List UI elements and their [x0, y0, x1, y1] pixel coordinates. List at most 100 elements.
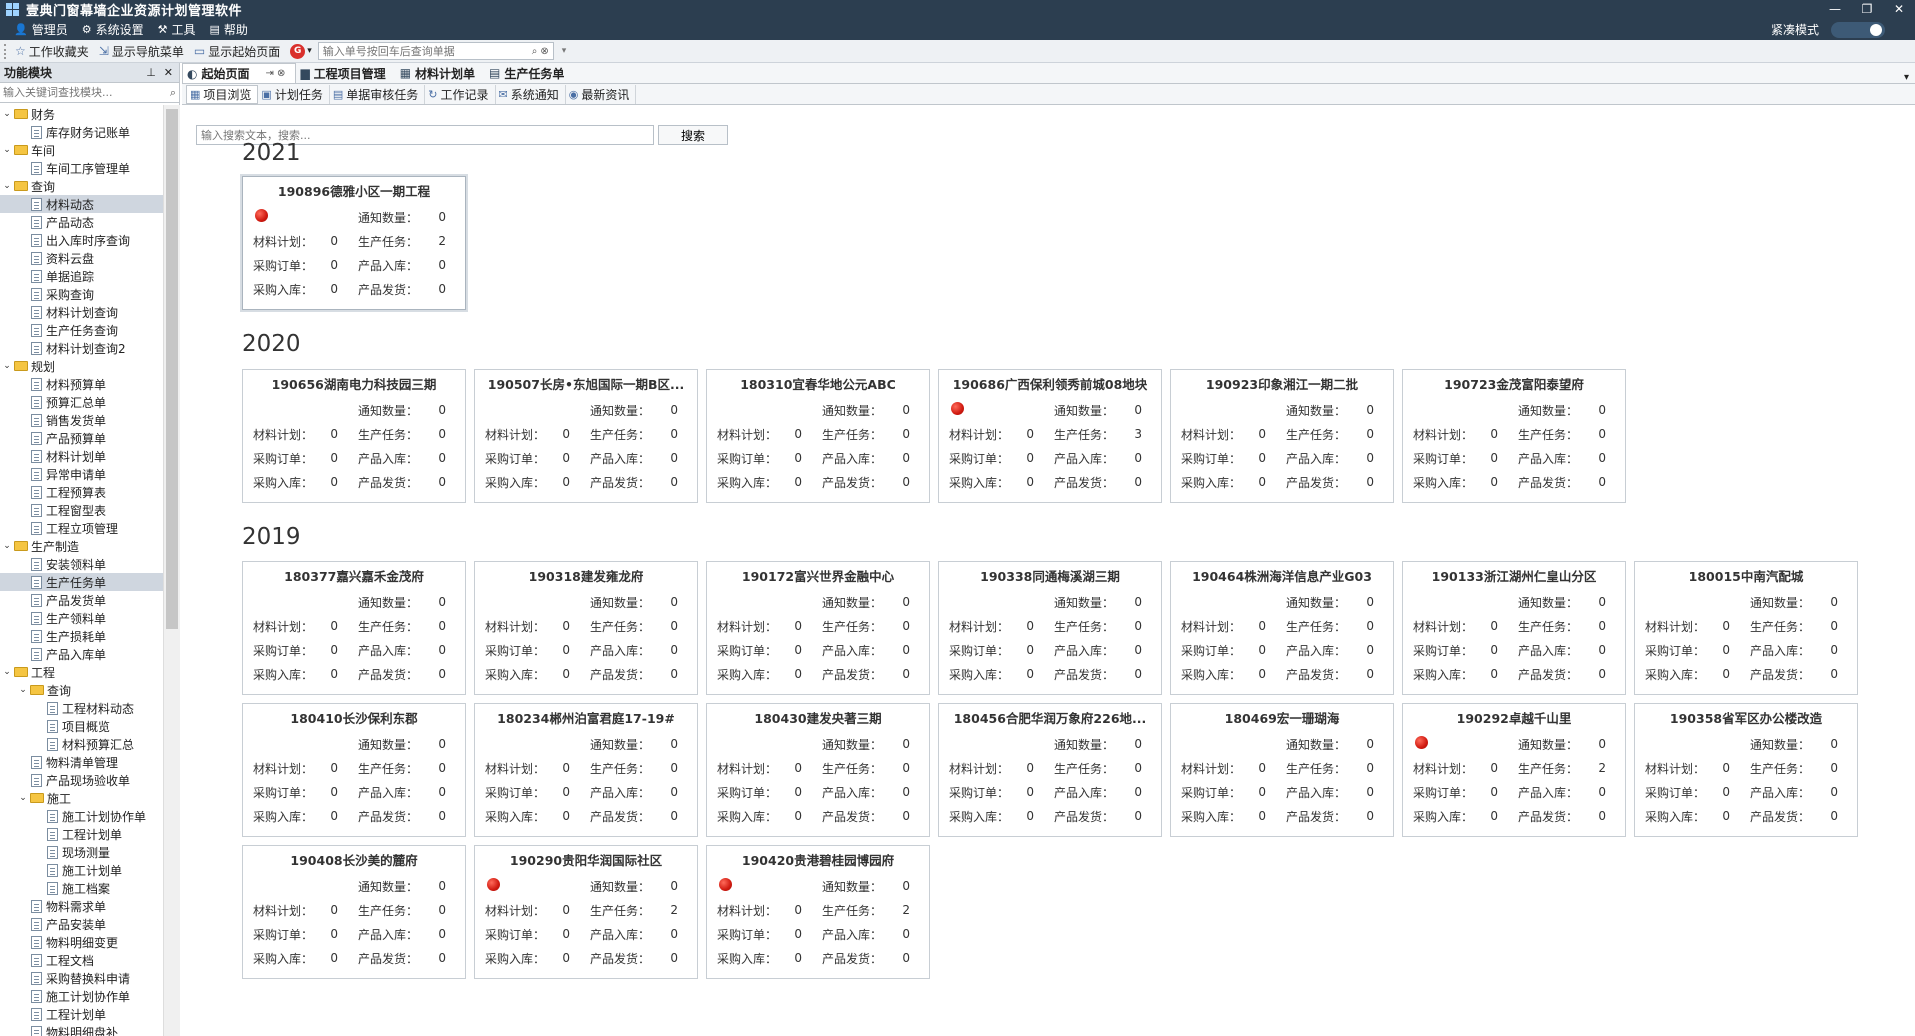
tree-item[interactable]: 资料云盘 [0, 249, 163, 267]
project-card[interactable]: 190507长房•东旭国际一期B区... 通知数量： 0 材料计划： 0 生产任务： 0 采购… [474, 369, 698, 503]
tree-item[interactable]: 生产任务查询 [0, 321, 163, 339]
tree-item[interactable]: 采购查询 [0, 285, 163, 303]
project-card[interactable]: 190358省军区办公楼改造 通知数量： 0 材料计划： 0 生产任务： 0 采购订单： 0 产品… [1634, 703, 1858, 837]
tab-controls[interactable]: ⇥ ⊗ [266, 68, 286, 79]
tree-item[interactable]: 工程窗型表 [0, 501, 163, 519]
maximize-button[interactable]: ❐ [1851, 0, 1883, 19]
tree-item[interactable]: 工程预算表 [0, 483, 163, 501]
tree-folder[interactable]: ⌄ 生产制造 [0, 537, 163, 555]
tree-item[interactable]: 产品预算单 [0, 429, 163, 447]
tree-item[interactable]: 工程计划单 [0, 1005, 163, 1023]
tree-item[interactable]: 产品动态 [0, 213, 163, 231]
tree-item[interactable]: 物料明细变更 [0, 933, 163, 951]
close-icon[interactable]: ✕ [164, 66, 173, 79]
close-window-button[interactable]: ✕ [1883, 0, 1915, 19]
tree-folder[interactable]: ⌄ 工程 [0, 663, 163, 681]
tree-item[interactable]: 工程材料动态 [0, 699, 163, 717]
tree-item[interactable]: 材料预算单 [0, 375, 163, 393]
tree-item[interactable]: 材料预算汇总 [0, 735, 163, 753]
tree-item[interactable]: 施工计划协作单 [0, 807, 163, 825]
subtab-project-browse[interactable]: ▦ 项目浏览 [186, 84, 259, 104]
tree-item[interactable]: 施工计划单 [0, 861, 163, 879]
project-card[interactable]: 190464株洲海洋信息产业G03 通知数量： 0 材料计划： 0 生产任务： 0 采购订单：… [1170, 561, 1394, 695]
order-search-input[interactable] [322, 44, 529, 58]
show-nav-button[interactable]: ⇲ 显示导航菜单 [99, 43, 184, 60]
tree-item[interactable]: 材料计划查询2 [0, 339, 163, 357]
tree-item[interactable]: 产品发货单 [0, 591, 163, 609]
tree-item[interactable]: 采购替换料申请 [0, 969, 163, 987]
tree-item[interactable]: 工程立项管理 [0, 519, 163, 537]
tree-item[interactable]: 单据追踪 [0, 267, 163, 285]
tree-item[interactable]: 安装领料单 [0, 555, 163, 573]
tree-item[interactable]: 生产损耗单 [0, 627, 163, 645]
search-button[interactable]: 搜索 [658, 125, 728, 145]
subtab-news[interactable]: ◉ 最新资讯 [566, 84, 637, 104]
project-card[interactable]: 180456合肥华润万象府226地... 通知数量： 0 材料计划： 0 生产任务： 0 采购… [938, 703, 1162, 837]
tree-item[interactable]: 生产领料单 [0, 609, 163, 627]
expand-toggle-icon[interactable]: ⌄ [2, 109, 12, 119]
project-card[interactable]: 190923印象湘江一期二批 通知数量： 0 材料计划： 0 生产任务： 0 采购订单： 0 产品… [1170, 369, 1394, 503]
menu-help[interactable]: ▤ 帮助 [210, 21, 248, 38]
subtab-review-tasks[interactable]: ▤ 单据审核任务 [330, 84, 426, 104]
project-card[interactable]: 190723金茂富阳泰望府 通知数量： 0 材料计划： 0 生产任务： 0 采购订单： 0 产品入… [1402, 369, 1626, 503]
menu-tools[interactable]: ⚒ 工具 [158, 21, 196, 38]
tree-folder[interactable]: ⌄ 查询 [0, 177, 163, 195]
tabs-overflow-icon[interactable]: ▾ [1904, 72, 1909, 83]
subtab-work-log[interactable]: ↻ 工作记录 [425, 84, 496, 104]
expand-toggle-icon[interactable]: ⌄ [18, 793, 28, 803]
pin-icon[interactable]: ⊥ [146, 66, 156, 79]
project-card[interactable]: 180469宏一珊瑚海 通知数量： 0 材料计划： 0 生产任务： 0 采购订单： 0 产品入库：… [1170, 703, 1394, 837]
project-card[interactable]: 190420贵港碧桂园博园府 通知数量： 0 材料计划： 0 生产任务： 2 采购订单： 0 产品… [706, 845, 930, 979]
quick-query-icon[interactable]: G [290, 43, 306, 59]
tab-project-management[interactable]: ▆ 工程项目管理 [296, 63, 395, 83]
project-card[interactable]: 190686广西保利领秀前城08地块 通知数量： 0 材料计划： 0 生产任务： 3 采购订单… [938, 369, 1162, 503]
project-card[interactable]: 190656湖南电力科技园三期 通知数量： 0 材料计划： 0 生产任务： 0 采购订单： 0 产… [242, 369, 466, 503]
clear-icon[interactable]: ⊗ [540, 46, 548, 57]
tree-item[interactable]: 材料动态 [0, 195, 163, 213]
minimize-button[interactable]: — [1819, 0, 1851, 19]
tab-start-page[interactable]: ◐ 起始页面 ⇥ ⊗ [182, 63, 297, 83]
tree-item[interactable]: 生产任务单 [0, 573, 163, 591]
scrollbar-thumb[interactable] [166, 109, 178, 629]
tree-item[interactable]: 预算汇总单 [0, 393, 163, 411]
tree-item[interactable]: 施工计划协作单 [0, 987, 163, 1005]
expand-toggle-icon[interactable]: ⌄ [2, 145, 12, 155]
menu-settings[interactable]: ⚙ 系统设置 [82, 21, 144, 38]
expand-toggle-icon[interactable]: ⌄ [2, 181, 12, 191]
project-card[interactable]: 180410长沙保利东郡 通知数量： 0 材料计划： 0 生产任务： 0 采购订单： 0 产品入库… [242, 703, 466, 837]
search-icon[interactable]: ⌕ [170, 86, 176, 100]
tree-item[interactable]: 物料清单管理 [0, 753, 163, 771]
tree-item[interactable]: 工程计划单 [0, 825, 163, 843]
compact-mode-toggle[interactable] [1831, 21, 1885, 38]
search-icon[interactable]: ⌕ [532, 46, 538, 57]
tree-item[interactable]: 销售发货单 [0, 411, 163, 429]
menu-admin[interactable]: 👤 管理员 [14, 21, 68, 38]
subtab-plan-tasks[interactable]: ▣ 计划任务 [258, 84, 330, 104]
project-card[interactable]: 190896德雅小区一期工程 通知数量： 0 材料计划： 0 生产任务： 2 采购订单： 0 产品… [240, 174, 468, 312]
tree-item[interactable]: 物料需求单 [0, 897, 163, 915]
tree-item[interactable]: 产品入库单 [0, 645, 163, 663]
tab-production-task[interactable]: ▤ 生产任务单 [485, 63, 574, 83]
project-card[interactable]: 190290贵阳华润国际社区 通知数量： 0 材料计划： 0 生产任务： 2 采购订单： 0 产品… [474, 845, 698, 979]
tree-item[interactable]: 项目概览 [0, 717, 163, 735]
subtab-system-notice[interactable]: ✉ 系统通知 [496, 84, 566, 104]
show-start-page-button[interactable]: ▭ 显示起始页面 [194, 43, 280, 60]
tree-item[interactable]: 车间工序管理单 [0, 159, 163, 177]
dropdown-arrow-icon[interactable]: ▾ [307, 46, 312, 56]
project-card[interactable]: 190408长沙美的麓府 通知数量： 0 材料计划： 0 生产任务： 0 采购订单： 0 产品入库… [242, 845, 466, 979]
toolbar-grip[interactable] [4, 43, 7, 59]
expand-toggle-icon[interactable]: ⌄ [2, 541, 12, 551]
tree-item[interactable]: 库存财务记账单 [0, 123, 163, 141]
expand-toggle-icon[interactable]: ⌄ [18, 685, 28, 695]
project-card[interactable]: 180430建发央著三期 通知数量： 0 材料计划： 0 生产任务： 0 采购订单： 0 产品入库… [706, 703, 930, 837]
tree-item[interactable]: 现场测量 [0, 843, 163, 861]
tree-item[interactable]: 异常申请单 [0, 465, 163, 483]
favorites-button[interactable]: ☆ 工作收藏夹 [15, 43, 89, 60]
project-card[interactable]: 180377嘉兴嘉禾金茂府 通知数量： 0 材料计划： 0 生产任务： 0 采购订单： 0 产品入… [242, 561, 466, 695]
tab-material-plan[interactable]: ▦ 材料计划单 [396, 63, 485, 83]
tree-item[interactable]: 产品安装单 [0, 915, 163, 933]
project-card[interactable]: 190338同通梅溪湖三期 通知数量： 0 材料计划： 0 生产任务： 0 采购订单： 0 产品入… [938, 561, 1162, 695]
tree-folder[interactable]: ⌄ 规划 [0, 357, 163, 375]
tree-folder[interactable]: ⌄ 查询 [0, 681, 163, 699]
tree-item[interactable]: 材料计划查询 [0, 303, 163, 321]
